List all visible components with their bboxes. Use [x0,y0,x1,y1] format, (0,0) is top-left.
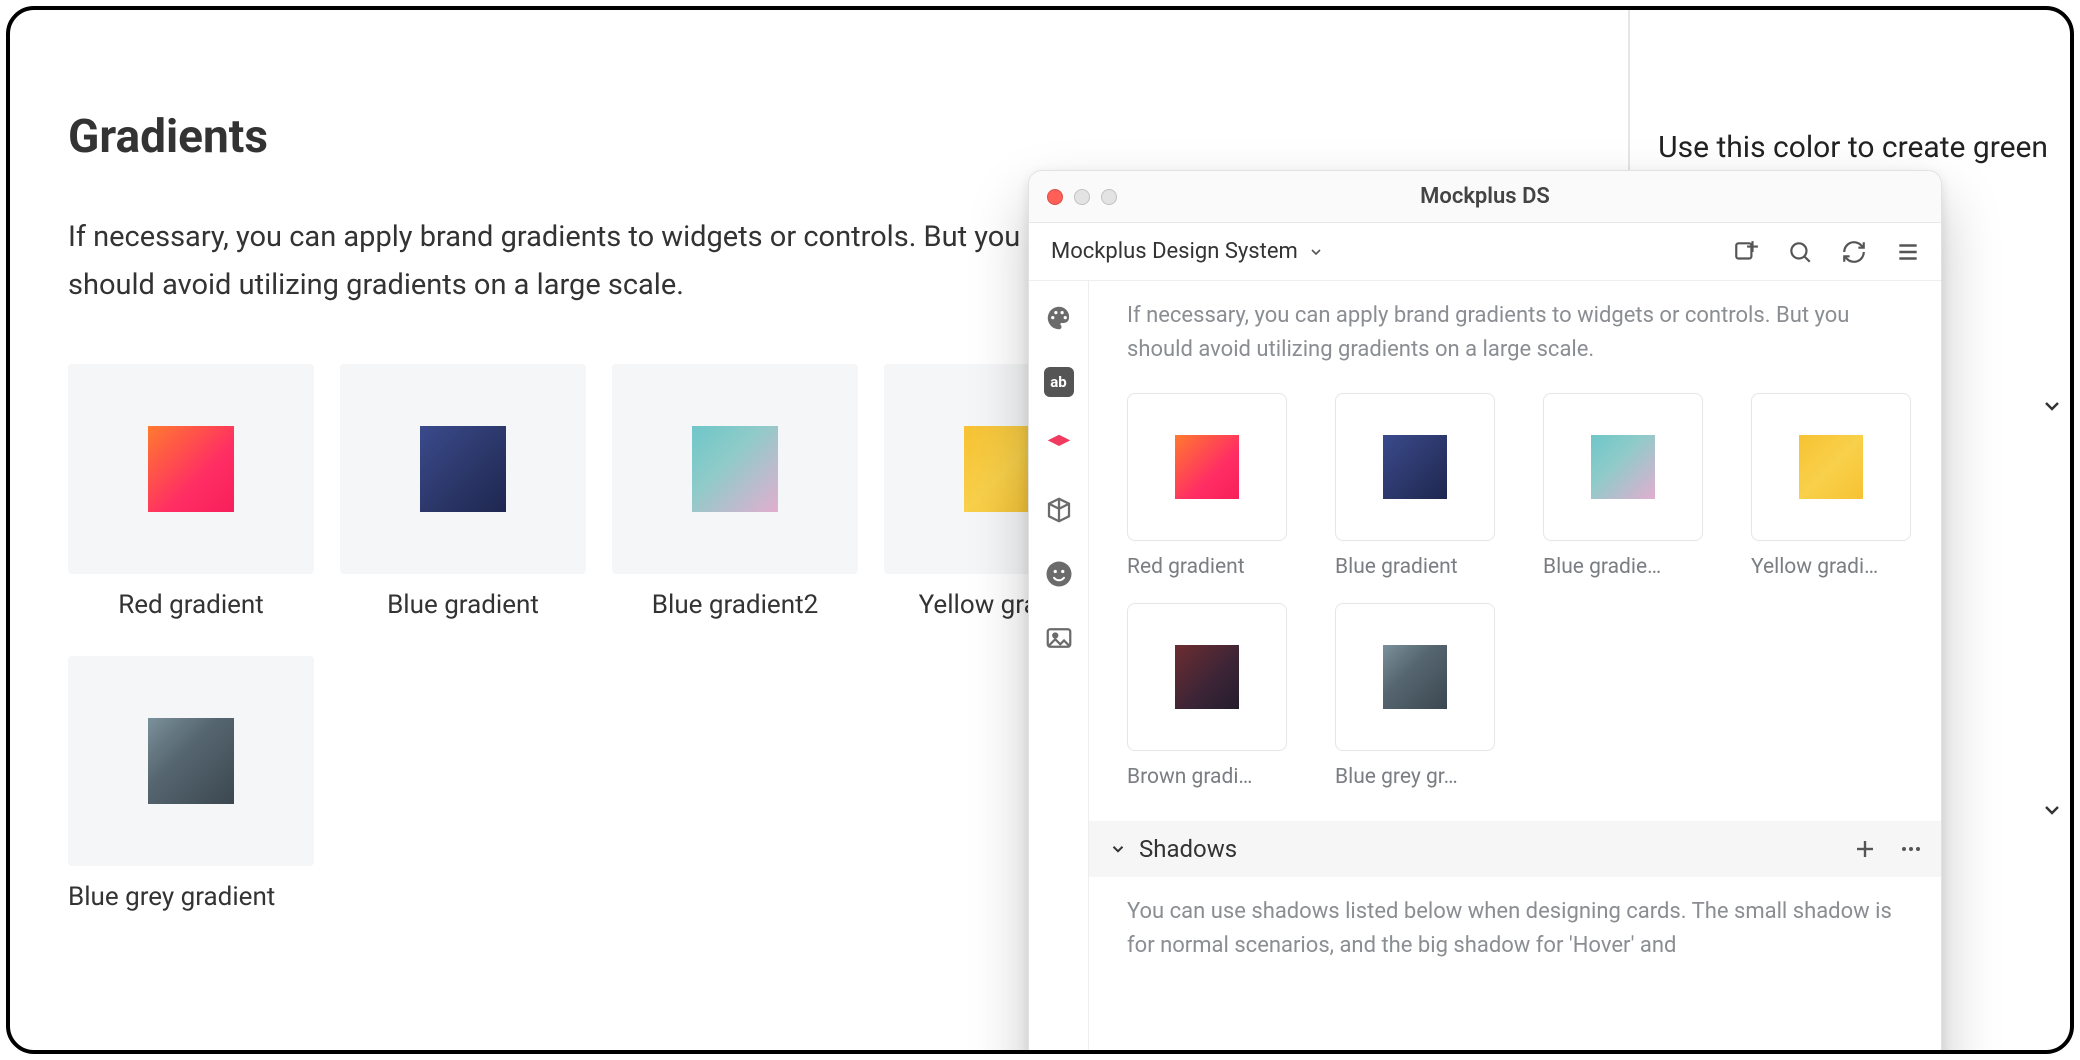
chevron-down-icon [1308,244,1324,260]
palette-icon[interactable] [1044,303,1074,333]
popup-toolbar: Mockplus Design System [1029,223,1941,281]
gradient-tile [612,364,858,574]
gradient-card[interactable]: Blue gradient [1335,393,1495,579]
section-description: You can use shadows listed below when de… [1127,895,1917,963]
window-title: Mockplus DS [1029,184,1941,209]
gradient-card[interactable]: Blue gradient [340,364,586,620]
gradient-tile [1543,393,1703,541]
gradient-tile [340,364,586,574]
plus-icon[interactable] [1853,837,1877,861]
popup-sidebar: ab [1029,281,1089,1054]
gradient-card[interactable]: Blue gradie… [1543,393,1703,579]
cube-icon[interactable] [1044,495,1074,525]
design-system-switcher[interactable]: Mockplus Design System [1051,239,1324,264]
gradient-tile [1127,393,1287,541]
page-title: Gradients [68,110,2012,164]
minimize-window-icon[interactable] [1074,189,1090,205]
bluegrey-gradient-swatch [1383,645,1447,709]
section-header-shadows[interactable]: Shadows [1089,821,1941,877]
add-icon[interactable] [1733,239,1759,265]
blue-gradient2-swatch [1591,435,1655,499]
gradient-card[interactable]: Brown gradi… [1127,603,1287,789]
window-titlebar[interactable]: Mockplus DS [1029,171,1941,223]
design-system-popup: Mockplus DS Mockplus Design System [1028,170,1942,1054]
layers-icon[interactable] [1044,431,1074,461]
bluegrey-gradient-swatch [148,718,234,804]
chevron-down-icon [2040,394,2064,418]
gradient-label: Brown gradi… [1127,765,1287,789]
smile-icon[interactable] [1044,559,1074,589]
gradient-label: Blue gradient [387,590,539,620]
gradient-tile [68,364,314,574]
gradient-label: Blue gradient [1335,555,1495,579]
refresh-icon[interactable] [1841,239,1867,265]
close-window-icon[interactable] [1047,189,1063,205]
gradient-label: Yellow gradi… [1751,555,1911,579]
gradient-tile [1335,603,1495,751]
gradient-card[interactable]: Blue gradient2 [612,364,858,620]
zoom-window-icon[interactable] [1101,189,1117,205]
yellow-gradient-swatch [1799,435,1863,499]
chevron-down-icon [1109,840,1127,858]
brown-gradient-swatch [1175,645,1239,709]
red-gradient-swatch [1175,435,1239,499]
gradient-label: Blue gradie… [1543,555,1703,579]
page-description: If necessary, you can apply brand gradie… [68,214,1088,310]
gradient-label: Blue grey gradient [68,882,275,912]
gradient-label: Blue grey gr… [1335,765,1495,789]
search-icon[interactable] [1787,239,1813,265]
gradient-card[interactable]: Blue grey gradient [68,656,314,912]
gradient-grid: Red gradient Blue gradient Blue gradie… [1127,393,1917,789]
more-icon[interactable] [1899,837,1923,861]
gradient-card[interactable]: Red gradient [68,364,314,620]
gradient-card[interactable]: Red gradient [1127,393,1287,579]
section-title: Shadows [1139,835,1237,863]
gradient-label: Red gradient [118,590,264,620]
blue-gradient-swatch [1383,435,1447,499]
typography-icon[interactable]: ab [1044,367,1074,397]
red-gradient-swatch [148,426,234,512]
gradient-tile [1335,393,1495,541]
gradient-tile [1751,393,1911,541]
blue-gradient-swatch [420,426,506,512]
chevron-down-icon [2040,798,2064,822]
image-icon[interactable] [1044,623,1074,653]
blue-gradient2-swatch [692,426,778,512]
gradient-label: Red gradient [1127,555,1287,579]
design-system-name: Mockplus Design System [1051,239,1298,264]
gradient-card[interactable]: Yellow gradi… [1751,393,1911,579]
section-description: If necessary, you can apply brand gradie… [1127,299,1917,367]
gradient-label: Blue gradient2 [652,590,818,620]
gradient-tile [1127,603,1287,751]
menu-icon[interactable] [1895,239,1921,265]
gradient-card[interactable]: Blue grey gr… [1335,603,1495,789]
gradient-tile [68,656,314,866]
popup-content: If necessary, you can apply brand gradie… [1089,281,1941,1054]
traffic-lights [1029,189,1117,205]
